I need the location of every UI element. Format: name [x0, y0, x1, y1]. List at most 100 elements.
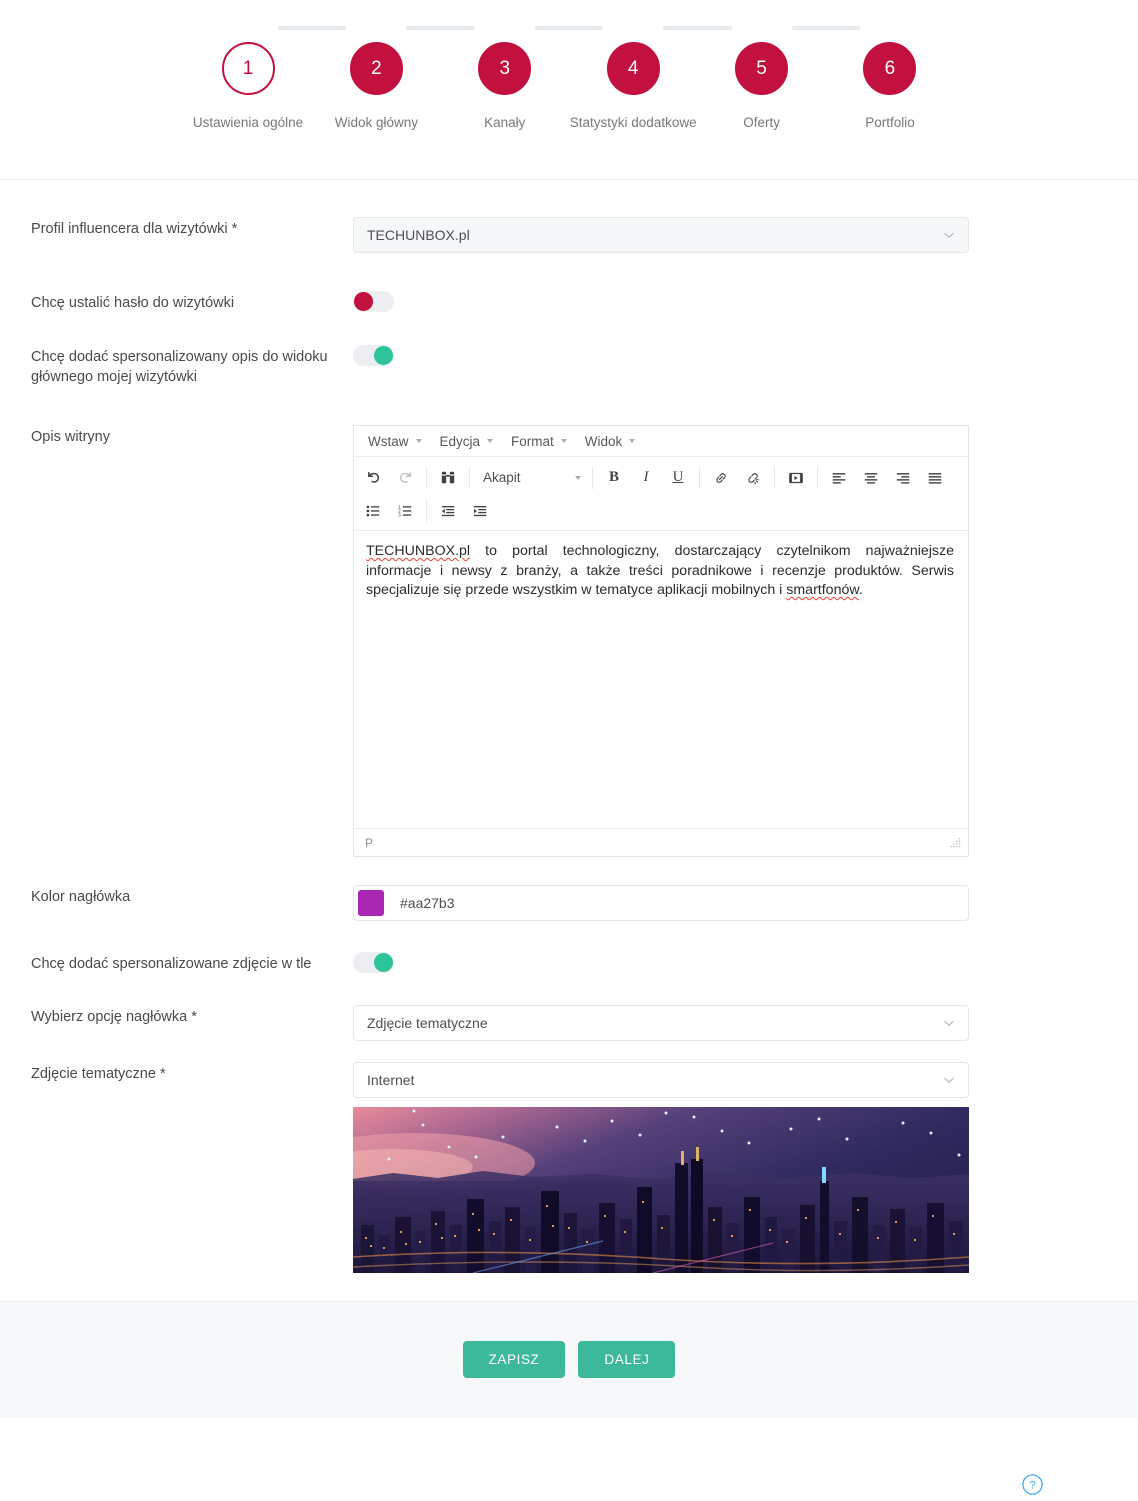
step-label-2: Widok główny	[335, 115, 418, 130]
step-circle-5: 5	[735, 42, 788, 95]
step-connector-5	[792, 26, 860, 30]
svg-text:?: ?	[1029, 1480, 1035, 1492]
field-header-color: #aa27b3	[353, 885, 969, 921]
align-center-icon[interactable]	[855, 464, 887, 492]
format-select[interactable]: Akapit	[475, 464, 587, 492]
step-connector-1	[278, 26, 346, 30]
editor-menu-format[interactable]: Format	[502, 431, 576, 452]
chevron-down-icon	[942, 228, 956, 242]
step-circle-1: 1	[222, 42, 275, 95]
step-label-4: Statystyki dodatkowe	[570, 115, 697, 130]
field-profile: TECHUNBOX.pl	[353, 217, 969, 253]
search-replace-icon[interactable]	[432, 464, 464, 492]
step-circle-2: 2	[350, 42, 403, 95]
editor-text: .	[859, 582, 863, 598]
row-description-editor: Opis witryny WstawEdycjaFormatWidok	[0, 425, 1138, 857]
chevron-down-icon	[942, 1016, 956, 1030]
field-password-toggle	[353, 291, 969, 312]
question-mark-circle-icon[interactable]: ?	[1021, 1473, 1044, 1496]
numbered-list-icon[interactable]: 123	[389, 497, 421, 525]
wizard-stepper: 1Ustawienia ogólne2Widok główny3Kanały4S…	[0, 0, 1138, 180]
city-skyline-illustration	[353, 1107, 969, 1273]
link-icon[interactable]	[705, 464, 737, 492]
editor-menu-label: Widok	[585, 434, 623, 449]
editor-menu-wstaw[interactable]: Wstaw	[359, 431, 431, 452]
resize-grip-icon[interactable]	[950, 837, 961, 848]
label-header-color: Kolor nagłówka	[31, 885, 353, 907]
media-icon[interactable]	[780, 464, 812, 492]
step-label-6: Portfolio	[865, 115, 915, 130]
row-header-option: Wybierz opcję nagłówka * Zdjęcie tematyc…	[0, 1005, 1138, 1041]
theme-image-value: Internet	[367, 1072, 942, 1088]
toolbar-divider	[774, 467, 775, 489]
align-right-icon[interactable]	[887, 464, 919, 492]
step-label-1: Ustawienia ogólne	[193, 115, 303, 130]
next-button[interactable]: DALEJ	[578, 1341, 675, 1378]
description-toggle-switch[interactable]	[353, 345, 394, 366]
editor-toolbar-row-2: 123	[357, 494, 965, 527]
row-password-toggle: Chcę ustalić hasło do wizytówki	[0, 291, 1138, 313]
misspelled-word: TECHUNBOX.pl	[366, 543, 470, 559]
unlink-icon[interactable]	[737, 464, 769, 492]
rich-text-editor: Wstaw Edycja Format Widok	[353, 425, 969, 857]
align-justify-icon[interactable]	[919, 464, 951, 492]
label-password-toggle: Chcę ustalić hasło do wizytówki	[31, 291, 353, 313]
chevron-down-icon	[416, 439, 422, 443]
editor-content-area[interactable]: TECHUNBOX.pl to portal technologiczny, d…	[354, 531, 968, 828]
misspelled-word: smartfonów	[786, 582, 859, 598]
italic-icon[interactable]: I	[630, 464, 662, 492]
chevron-down-icon	[487, 439, 493, 443]
step-connector-3	[535, 26, 603, 30]
step-connector-2	[406, 26, 474, 30]
profile-select[interactable]: TECHUNBOX.pl	[353, 217, 969, 253]
outdent-icon[interactable]	[432, 497, 464, 525]
save-button[interactable]: ZAPISZ	[463, 1341, 566, 1378]
align-left-icon[interactable]	[823, 464, 855, 492]
editor-statusbar: P	[354, 828, 968, 856]
label-theme-image: Zdjęcie tematyczne *	[31, 1062, 353, 1084]
bullet-list-icon[interactable]	[357, 497, 389, 525]
toolbar-divider	[817, 467, 818, 489]
color-swatch	[358, 890, 384, 916]
stepper-track: 1Ustawienia ogólne2Widok główny3Kanały4S…	[0, 0, 1138, 130]
field-description-toggle	[353, 345, 969, 366]
label-description-toggle: Chcę dodać spersonalizowany opis do wido…	[31, 345, 353, 387]
field-description-editor: Wstaw Edycja Format Widok	[353, 425, 969, 857]
password-toggle-switch[interactable]	[353, 291, 394, 312]
label-header-option: Wybierz opcję nagłówka *	[31, 1005, 353, 1027]
step-connector-4	[663, 26, 731, 30]
underline-icon[interactable]: U	[662, 464, 694, 492]
theme-image-select[interactable]: Internet	[353, 1062, 969, 1098]
chevron-down-icon	[629, 439, 635, 443]
undo-icon[interactable]	[357, 464, 389, 492]
form-footer: ZAPISZ DALEJ	[0, 1301, 1138, 1417]
toolbar-divider	[426, 467, 427, 489]
step-circle-3: 3	[478, 42, 531, 95]
toolbar-divider	[426, 500, 427, 522]
step-circle-6: 6	[863, 42, 916, 95]
redo-icon[interactable]	[389, 464, 421, 492]
header-option-select[interactable]: Zdjęcie tematyczne	[353, 1005, 969, 1041]
indent-icon[interactable]	[464, 497, 496, 525]
element-path: P	[365, 836, 950, 850]
row-profile: Profil influencera dla wizytówki * TECHU…	[0, 217, 1138, 253]
editor-menu-edycja[interactable]: Edycja	[431, 431, 503, 452]
toggle-knob	[374, 953, 393, 972]
chevron-down-icon	[561, 439, 567, 443]
toggle-knob	[354, 292, 373, 311]
toggle-knob	[374, 346, 393, 365]
svg-text:3: 3	[398, 512, 401, 518]
format-select-value: Akapit	[483, 470, 575, 485]
editor-menu-label: Format	[511, 434, 554, 449]
header-color-picker[interactable]: #aa27b3	[353, 885, 969, 921]
editor-menu-label: Edycja	[440, 434, 481, 449]
label-background-toggle: Chcę dodać spersonalizowane zdjęcie w tl…	[31, 952, 353, 974]
row-theme-image: Zdjęcie tematyczne * Internet	[0, 1062, 1138, 1273]
settings-form: Profil influencera dla wizytówki * TECHU…	[0, 217, 1138, 1376]
row-background-toggle: Chcę dodać spersonalizowane zdjęcie w tl…	[0, 952, 1138, 974]
background-toggle-switch[interactable]	[353, 952, 394, 973]
bold-icon[interactable]: B	[598, 464, 630, 492]
chevron-down-icon	[942, 1073, 956, 1087]
step-label-3: Kanały	[484, 115, 525, 130]
editor-menu-widok[interactable]: Widok	[576, 431, 645, 452]
